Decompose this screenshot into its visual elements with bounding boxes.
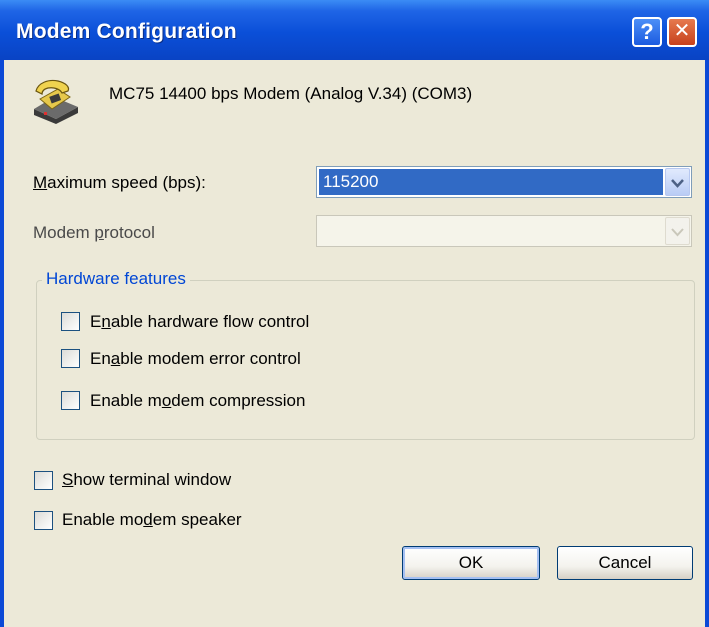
protocol-label: Modem protocol <box>33 223 155 242</box>
max-speed-select[interactable]: 115200 <box>316 166 692 198</box>
close-button[interactable]: ✕ <box>667 17 697 47</box>
chevron-down-icon <box>671 228 684 237</box>
modem-name: MC75 14400 bps Modem (Analog V.34) (COM3… <box>109 84 473 103</box>
max-speed-label: Maximum speed (bps): <box>33 173 206 192</box>
terminal-window-checkbox[interactable] <box>34 471 53 490</box>
error-control-checkbox[interactable] <box>61 349 80 368</box>
hardware-features-title: Hardware features <box>42 269 190 289</box>
ok-button[interactable]: OK <box>402 546 540 580</box>
dialog-window: Modem Configuration ? ✕ MC75 14400 bps M… <box>0 0 709 627</box>
window-frame-right <box>705 60 709 627</box>
help-button[interactable]: ? <box>632 17 662 47</box>
max-speed-value: 115200 <box>319 169 663 195</box>
help-icon: ? <box>640 19 654 44</box>
modem-compression-label[interactable]: Enable modem compression <box>90 391 305 411</box>
modem-speaker-checkbox[interactable] <box>34 511 53 530</box>
modem-speaker-label[interactable]: Enable modem speaker <box>62 510 242 530</box>
error-control-label[interactable]: Enable modem error control <box>90 349 301 369</box>
window-title: Modem Configuration <box>16 20 237 43</box>
chevron-down-icon <box>671 179 684 188</box>
terminal-window-label[interactable]: Show terminal window <box>62 470 231 490</box>
telephone-modem-icon <box>34 79 78 124</box>
hardware-flow-control-label[interactable]: Enable hardware flow control <box>90 312 309 332</box>
dropdown-button <box>665 217 690 245</box>
cancel-button[interactable]: Cancel <box>557 546 693 580</box>
title-bar[interactable]: Modem Configuration ? ✕ <box>0 0 709 60</box>
dropdown-button[interactable] <box>665 168 690 196</box>
close-icon: ✕ <box>673 20 691 42</box>
protocol-select[interactable] <box>316 215 692 247</box>
modem-compression-checkbox[interactable] <box>61 391 80 410</box>
hardware-flow-control-checkbox[interactable] <box>61 312 80 331</box>
